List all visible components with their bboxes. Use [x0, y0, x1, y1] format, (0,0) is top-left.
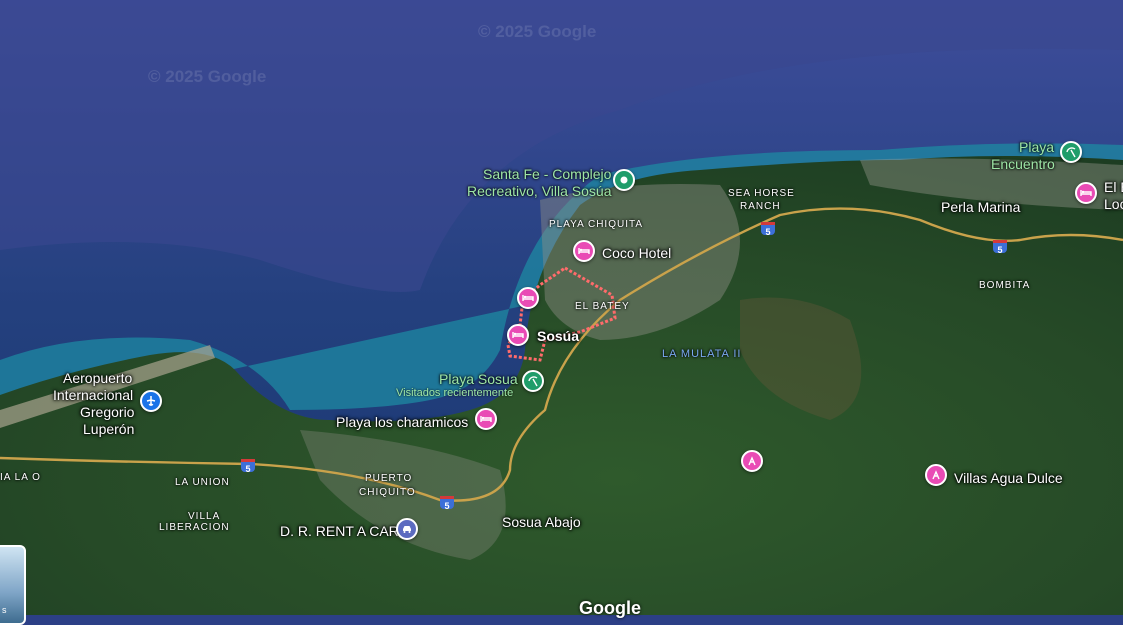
- santa-fe-pin[interactable]: [613, 169, 635, 191]
- hotel-pin[interactable]: [517, 287, 539, 309]
- route-5-shield: 5: [440, 496, 454, 511]
- google-logo: Google: [579, 598, 641, 618]
- rent-a-car-pin[interactable]: [396, 518, 418, 540]
- hotel-bed-icon: [512, 332, 524, 338]
- airport-pin[interactable]: [140, 390, 162, 412]
- dot-icon: [620, 176, 628, 184]
- route-5-shield: 5: [241, 459, 255, 474]
- hiking-icon: [932, 470, 940, 480]
- sosua-hotel-pin[interactable]: [507, 324, 529, 346]
- layer-switcher-thumbnail[interactable]: s: [0, 545, 26, 625]
- copyright-watermark: © 2025 Google: [148, 67, 267, 86]
- charamicos-pin[interactable]: [475, 408, 497, 430]
- hotel-bed-icon: [522, 295, 534, 301]
- el-b-hotel-pin[interactable]: [1075, 182, 1097, 204]
- car-icon: [403, 526, 411, 533]
- satellite-map[interactable]: [0, 0, 1123, 615]
- beach-umbrella-icon: [1066, 147, 1076, 158]
- copyright-watermark: © 2025 Google: [478, 22, 597, 41]
- hiking-icon: [748, 456, 756, 466]
- airplane-icon: [146, 396, 156, 406]
- route-5-shield: 5: [993, 240, 1007, 255]
- layer-switcher-label: s: [2, 605, 7, 615]
- hotel-bed-icon: [1080, 190, 1092, 196]
- playa-encuentro-pin[interactable]: [1060, 141, 1082, 163]
- coco-hotel-pin[interactable]: [573, 240, 595, 262]
- route-5-shield: 5: [761, 222, 775, 237]
- activity-pin[interactable]: [741, 450, 763, 472]
- playa-sosua-pin[interactable]: [522, 370, 544, 392]
- beach-umbrella-icon: [528, 376, 538, 387]
- villas-agua-dulce-pin[interactable]: [925, 464, 947, 486]
- hotel-bed-icon: [578, 248, 590, 254]
- hotel-bed-icon: [480, 416, 492, 422]
